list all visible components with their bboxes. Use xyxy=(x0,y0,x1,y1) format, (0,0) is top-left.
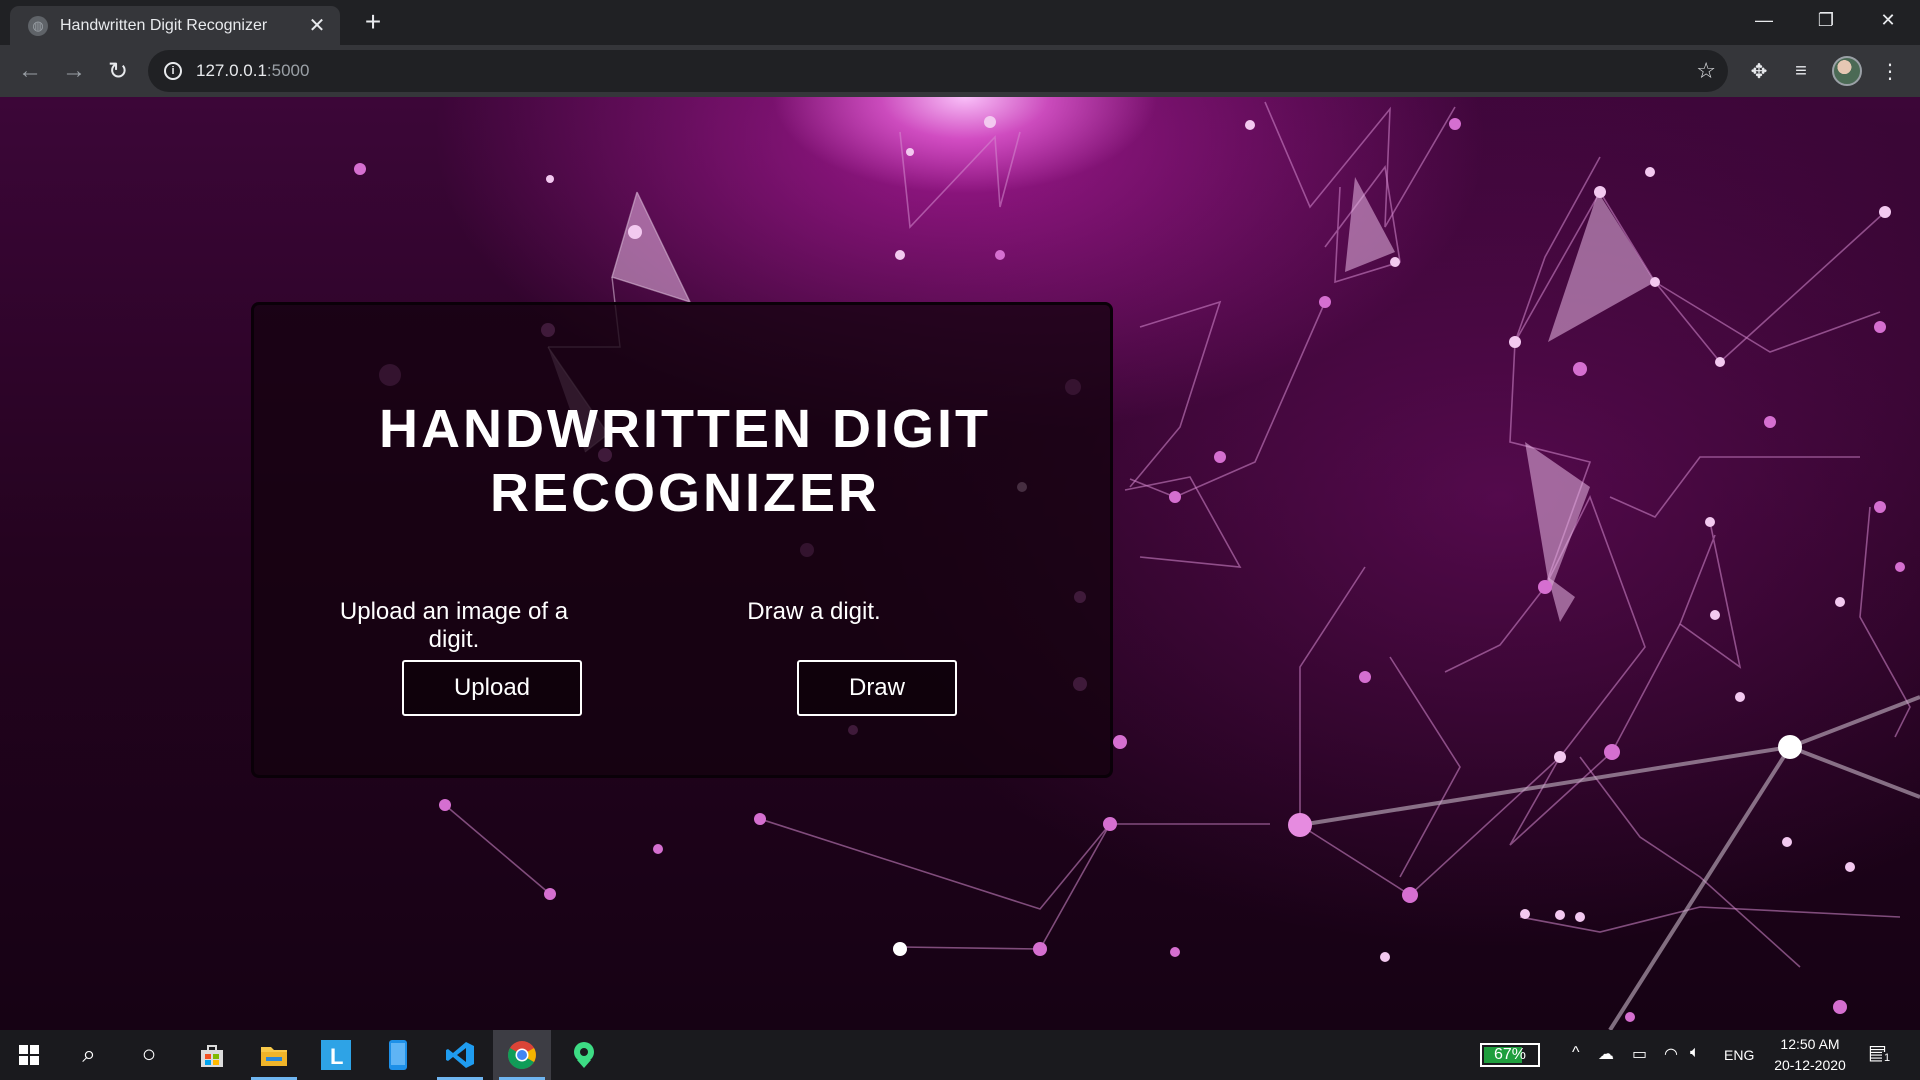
browser-tabstrip: ◍ Handwritten Digit Recognizer ✕ + ― ❐ ✕ xyxy=(0,0,1920,45)
draw-button[interactable]: Draw xyxy=(797,660,957,716)
page-background: HANDWRITTEN DIGIT RECOGNIZER Upload an i… xyxy=(0,97,1920,1030)
url-port: :5000 xyxy=(266,61,310,80)
system-clock[interactable]: 12:50 AM 20-12-2020 xyxy=(1760,1034,1860,1076)
globe-icon: ◍ xyxy=(28,15,48,36)
new-tab-button[interactable]: + xyxy=(358,6,388,38)
battery-indicator[interactable]: 67% xyxy=(1480,1043,1540,1067)
phone-app-icon[interactable] xyxy=(369,1030,427,1080)
svg-text:L: L xyxy=(330,1044,343,1069)
restore-icon[interactable]: ❐ xyxy=(1795,0,1857,40)
reload-icon[interactable]: ↻ xyxy=(102,55,134,87)
windows-start-icon[interactable] xyxy=(0,1030,58,1080)
browser-tab[interactable]: ◍ Handwritten Digit Recognizer ✕ xyxy=(10,6,340,45)
notification-center-icon[interactable]: ▤ 1 xyxy=(1868,1040,1893,1065)
info-icon[interactable]: i xyxy=(164,62,182,80)
media-playlist-icon[interactable]: ≡ xyxy=(1787,57,1815,85)
cortana-icon[interactable]: ○ xyxy=(120,1030,178,1080)
language-indicator[interactable]: ENG xyxy=(1724,1047,1754,1063)
windows-taskbar: ⌕ ○ L 67% ^ ☁ ▭ ◠ 🔈︎ ENG 12:50 AM 20-12-… xyxy=(0,1030,1920,1080)
l-app-icon[interactable]: L xyxy=(307,1030,365,1080)
wifi-icon[interactable]: ◠ xyxy=(1664,1044,1678,1064)
upload-label: Upload an image of a digit. xyxy=(339,598,569,653)
search-icon[interactable]: ⌕ xyxy=(60,1030,118,1080)
more-menu-icon[interactable]: ⋮ xyxy=(1876,57,1904,85)
show-hidden-icons-chevron-icon[interactable]: ^ xyxy=(1572,1044,1580,1062)
file-explorer-icon[interactable] xyxy=(245,1030,303,1080)
bookmark-star-icon[interactable]: ☆ xyxy=(1696,58,1716,84)
battery-percent: 67% xyxy=(1493,1046,1527,1063)
upload-button[interactable]: Upload xyxy=(402,660,582,716)
vscode-icon[interactable] xyxy=(431,1030,489,1080)
title-line-1: HANDWRITTEN DIGIT xyxy=(379,399,991,459)
title-line-2: RECOGNIZER xyxy=(489,463,881,523)
address-bar[interactable]: i 127.0.0.1:5000 ☆ xyxy=(148,50,1728,92)
notification-count: 1 xyxy=(1882,1052,1893,1064)
browser-toolbar: ← → ↻ i 127.0.0.1:5000 ☆ ✥ ≡ ⋮ xyxy=(0,45,1920,97)
close-tab-icon[interactable]: ✕ xyxy=(306,16,328,36)
onedrive-cloud-icon[interactable]: ☁ xyxy=(1598,1044,1614,1064)
clock-date: 20-12-2020 xyxy=(1774,1057,1846,1073)
battery-plug-icon[interactable]: ▭ xyxy=(1632,1044,1647,1064)
back-arrow-icon[interactable]: ← xyxy=(14,55,46,87)
extensions-puzzle-icon[interactable]: ✥ xyxy=(1745,57,1773,85)
draw-label: Draw a digit. xyxy=(747,598,881,625)
tab-title: Handwritten Digit Recognizer xyxy=(60,16,268,34)
page-title: HANDWRITTEN DIGIT RECOGNIZER xyxy=(254,397,1116,525)
chrome-icon[interactable] xyxy=(493,1030,551,1080)
clock-time: 12:50 AM xyxy=(1780,1036,1840,1052)
forward-arrow-icon[interactable]: → xyxy=(58,55,90,87)
url-host: 127.0.0.1 xyxy=(196,61,267,80)
close-window-icon[interactable]: ✕ xyxy=(1857,0,1919,40)
maps-pin-icon[interactable] xyxy=(555,1030,613,1080)
profile-avatar[interactable] xyxy=(1832,56,1862,86)
speaker-icon[interactable]: 🔈︎ xyxy=(1690,1044,1700,1062)
recognizer-panel: HANDWRITTEN DIGIT RECOGNIZER Upload an i… xyxy=(251,302,1113,778)
store-icon[interactable] xyxy=(183,1030,241,1080)
minimize-icon[interactable]: ― xyxy=(1733,0,1795,40)
